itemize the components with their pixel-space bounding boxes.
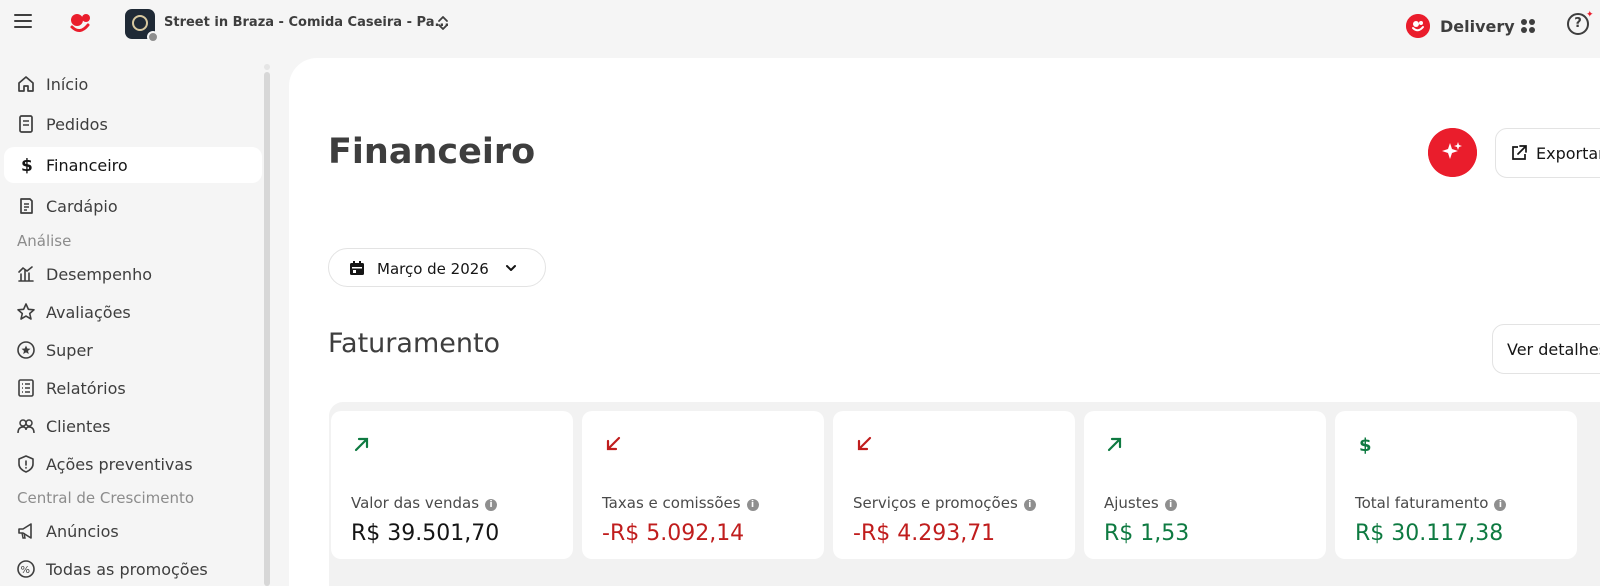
delivery-switch-label[interactable]: Delivery: [1440, 17, 1515, 36]
card-label: Taxas e comissões: [602, 494, 741, 512]
export-button-label: Exportar: [1536, 144, 1600, 163]
arrow-down-left-icon: [857, 436, 872, 451]
card-value: -R$ 4.293,71: [853, 521, 996, 546]
card-valor-vendas: Valor das vendas i R$ 39.501,70: [331, 411, 573, 559]
sidebar-item-clientes[interactable]: Clientes: [4, 408, 262, 444]
section-title-faturamento: Faturamento: [328, 328, 501, 359]
card-ajustes: Ajustes i R$ 1,53: [1084, 411, 1326, 559]
export-button[interactable]: Exportar: [1495, 128, 1600, 178]
store-avatar[interactable]: [125, 9, 159, 43]
chart-icon: [18, 266, 34, 282]
card-taxas-comissoes: Taxas e comissões i -R$ 5.092,14: [582, 411, 824, 559]
arrow-up-right-icon: [1107, 437, 1122, 452]
sidebar-item-label: Desempenho: [46, 265, 152, 284]
info-icon[interactable]: i: [1164, 499, 1177, 511]
home-icon: [18, 76, 34, 92]
sidebar-item-super[interactable]: Super: [4, 332, 262, 368]
card-value: R$ 1,53: [1104, 521, 1190, 546]
sparkle-badge-icon: ✦: [1586, 10, 1594, 20]
card-value: -R$ 5.092,14: [602, 521, 745, 546]
dollar-icon: $: [1359, 435, 1372, 455]
sidebar-item-label: Ações preventivas: [46, 455, 193, 474]
svg-text:%: %: [21, 565, 31, 576]
sidebar-item-label: Financeiro: [46, 156, 128, 175]
menu-book-icon: [20, 198, 33, 214]
brand-logo-icon[interactable]: [67, 11, 93, 37]
star-icon: [17, 303, 35, 320]
super-star-icon: [17, 341, 35, 359]
store-status-dot: [147, 31, 159, 43]
chevron-up-down-icon[interactable]: [436, 14, 450, 32]
card-servicos-promocoes: Serviços e promoções i -R$ 4.293,71: [833, 411, 1075, 559]
sidebar-item-label: Anúncios: [46, 522, 119, 541]
info-icon[interactable]: i: [485, 499, 498, 511]
sidebar-item-label: Super: [46, 341, 93, 360]
card-label: Total faturamento: [1355, 494, 1489, 512]
store-name[interactable]: Street in Braza - Comida Caseira - Pa...: [164, 15, 449, 30]
sidebar-item-pedidos[interactable]: Pedidos: [4, 106, 262, 142]
sidebar: Início Pedidos $ Financeiro Cardápio Aná…: [0, 64, 270, 586]
card-label: Serviços e promoções: [853, 494, 1018, 512]
delivery-logo-icon: [1406, 14, 1430, 38]
hamburger-menu-icon[interactable]: [14, 14, 32, 30]
sidebar-item-label: Cardápio: [46, 197, 118, 216]
apps-grid-icon[interactable]: [1520, 18, 1536, 34]
dollar-icon: $: [21, 156, 33, 175]
top-bar: Street in Braza - Comida Caseira - Pa...…: [0, 0, 1600, 50]
sidebar-item-label: Todas as promoções: [46, 560, 208, 579]
info-icon[interactable]: i: [1023, 499, 1036, 511]
arrow-down-left-icon: [606, 436, 621, 451]
svg-text:$: $: [21, 156, 33, 175]
month-picker[interactable]: Março de 2026: [328, 248, 546, 287]
chevron-down-icon: [506, 265, 516, 271]
percent-icon: %: [17, 560, 35, 578]
megaphone-icon: [18, 523, 32, 539]
calendar-icon: [350, 261, 364, 275]
svg-text:$: $: [1359, 435, 1372, 455]
receipt-icon: [19, 115, 33, 133]
sidebar-item-inicio[interactable]: Início: [4, 66, 262, 102]
shield-icon: [18, 455, 34, 473]
sidebar-item-desempenho[interactable]: Desempenho: [4, 256, 262, 292]
arrow-up-right-icon: [354, 437, 369, 452]
details-button[interactable]: Ver detalhes: [1492, 324, 1600, 374]
ai-assistant-button[interactable]: [1428, 128, 1477, 177]
sidebar-item-label: Pedidos: [46, 115, 108, 134]
info-icon[interactable]: i: [746, 499, 759, 511]
sidebar-item-relatorios[interactable]: Relatórios: [4, 370, 262, 406]
sidebar-item-label: Clientes: [46, 417, 111, 436]
sidebar-item-anuncios[interactable]: Anúncios: [4, 513, 262, 549]
summary-cards: Valor das vendas i R$ 39.501,70 Taxas e c…: [329, 402, 1600, 586]
card-value: R$ 30.117,38: [1355, 521, 1504, 546]
page-title: Financeiro: [328, 132, 536, 172]
card-total-faturamento: $ Total faturamento i R$ 30.117,38: [1335, 411, 1577, 559]
section-label-crescimento: Central de Crescimento: [17, 489, 195, 507]
sidebar-item-label: Avaliações: [46, 303, 131, 322]
card-label: Valor das vendas: [351, 494, 480, 512]
main-panel: Financeiro Exportar Março de 2026 Fatura…: [289, 58, 1600, 586]
sidebar-scrollbar[interactable]: [264, 72, 270, 586]
sidebar-item-acoes-preventivas[interactable]: Ações preventivas: [4, 446, 262, 482]
users-icon: [17, 419, 35, 434]
details-button-label: Ver detalhes: [1507, 340, 1600, 359]
info-icon[interactable]: i: [1494, 499, 1507, 511]
section-label-analise: Análise: [17, 232, 72, 250]
card-value: R$ 39.501,70: [351, 521, 500, 546]
sidebar-item-label: Início: [46, 75, 89, 94]
month-picker-label: Março de 2026: [377, 260, 489, 278]
scrollbar-track-top: [264, 64, 270, 70]
sidebar-item-promocoes[interactable]: % Todas as promoções: [4, 551, 262, 586]
external-link-icon: [1512, 145, 1527, 160]
list-icon: [18, 379, 34, 397]
card-label: Ajustes: [1104, 494, 1159, 512]
sidebar-item-cardapio[interactable]: Cardápio: [4, 188, 262, 224]
sidebar-item-avaliacoes[interactable]: Avaliações: [4, 294, 262, 330]
sidebar-item-financeiro[interactable]: $ Financeiro: [4, 147, 262, 183]
sidebar-item-label: Relatórios: [46, 379, 126, 398]
